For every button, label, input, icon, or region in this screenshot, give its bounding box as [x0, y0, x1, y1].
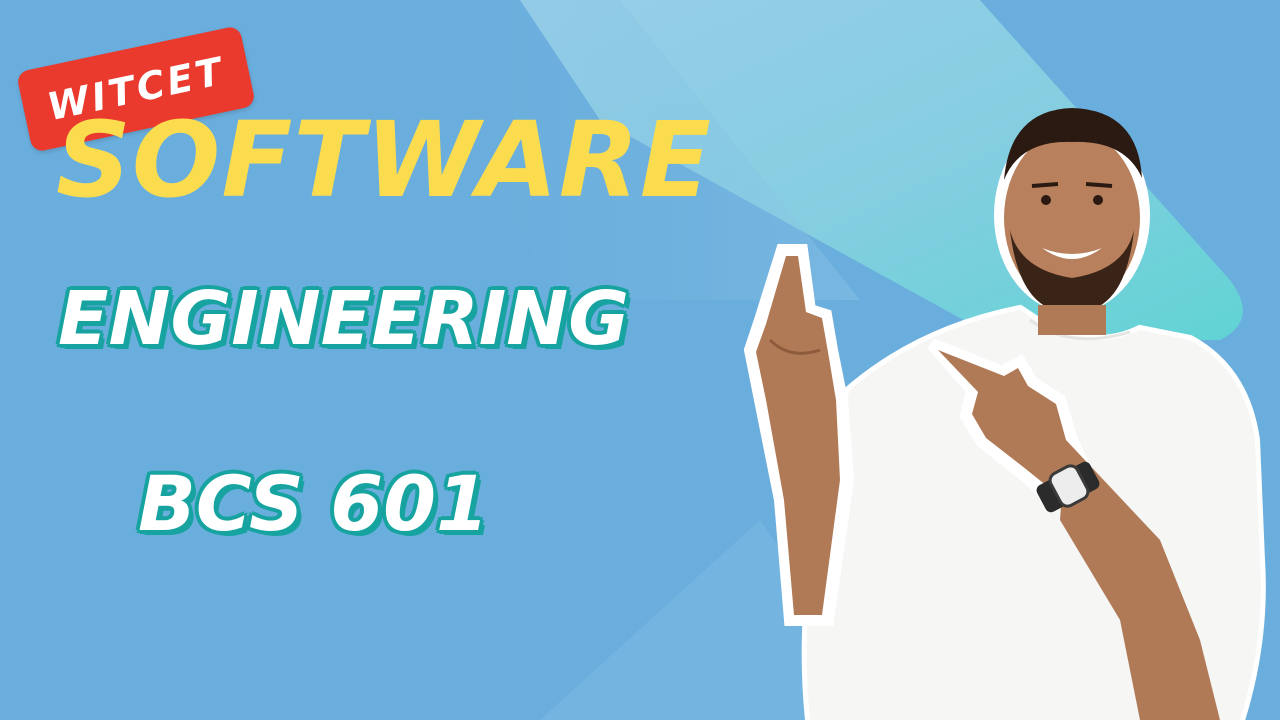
pointing-man-illustration	[743, 108, 1266, 720]
title-software: SOFTWARE	[56, 99, 712, 221]
title-engineering: ENGINEERING	[58, 276, 629, 362]
course-code: BCS 601	[138, 459, 489, 548]
thumbnail-canvas: WITCET SOFTWARE ENGINEERING BCS 601	[0, 0, 1280, 720]
left-arm	[743, 244, 855, 626]
head	[994, 108, 1150, 335]
